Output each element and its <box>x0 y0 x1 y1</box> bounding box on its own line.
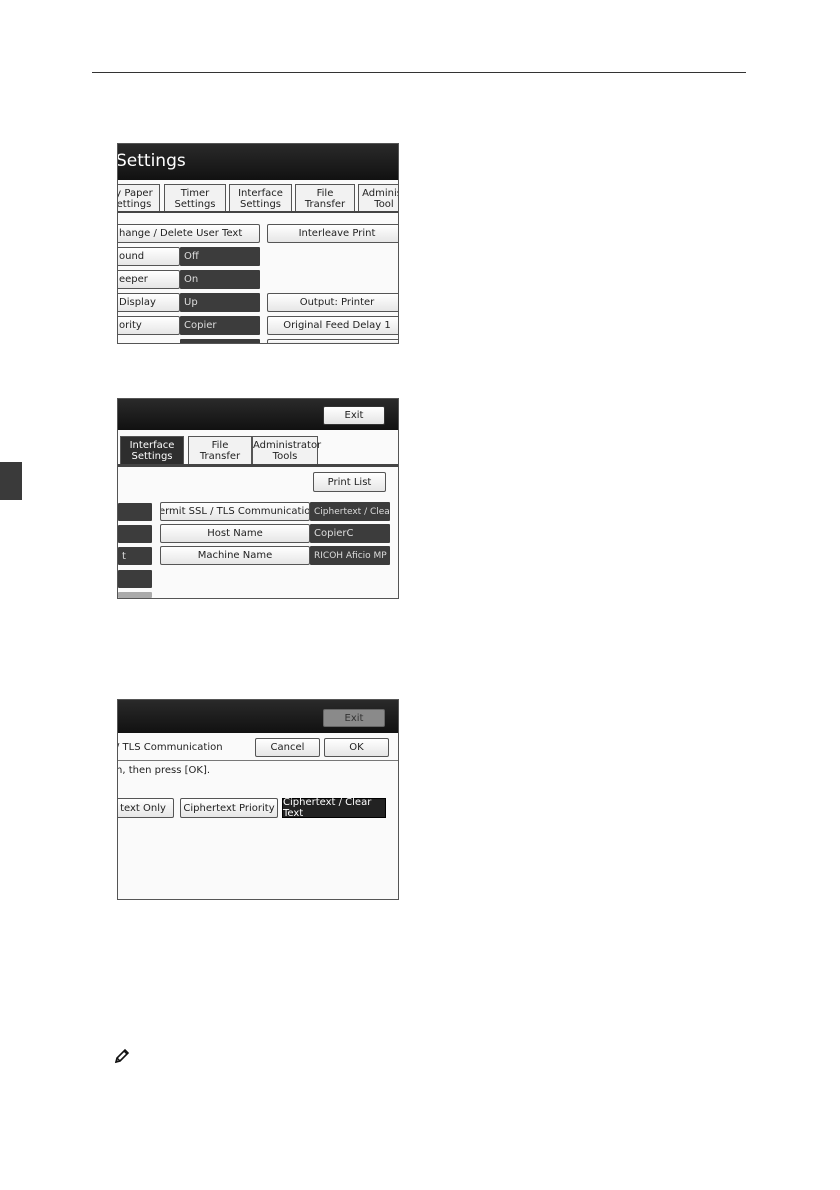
host-name-button[interactable]: Host Name <box>160 524 310 543</box>
title-bar: Exit <box>118 700 398 733</box>
function-priority-value: Copier <box>180 316 260 335</box>
exit-button[interactable]: Exit <box>323 709 385 727</box>
screenshot-ssl-tls-dialog: Exit / TLS Communication Cancel OK n, th… <box>117 699 399 900</box>
host-name-value: CopierC <box>310 524 390 543</box>
change-delete-user-text-button[interactable]: hange / Delete User Text <box>118 224 260 243</box>
cut-off-button[interactable] <box>267 339 398 343</box>
cancel-button[interactable]: Cancel <box>255 738 320 757</box>
tab-underline <box>118 211 398 213</box>
permit-ssl-tls-button[interactable]: Permit SSL / TLS Communication <box>160 502 310 521</box>
tab-interface-settings[interactable]: Interface Settings <box>120 436 184 464</box>
screenshot-system-settings: Settings y Paper ettings Timer Settings … <box>117 143 399 344</box>
tab-administrator-tools[interactable]: Administrator Tools <box>252 436 321 464</box>
option-ciphertext-priority[interactable]: Ciphertext Priority <box>180 798 278 818</box>
output-printer-button[interactable]: Output: Printer <box>267 293 398 312</box>
print-list-button[interactable]: Print List <box>313 472 386 492</box>
left-item-3[interactable]: t <box>118 547 152 565</box>
machine-name-button[interactable]: Machine Name <box>160 546 310 565</box>
tab-timer-settings[interactable]: Timer Settings <box>164 184 226 211</box>
panel-tone-value: Off <box>180 247 260 266</box>
warm-up-beeper-button[interactable]: eeper <box>118 270 180 289</box>
left-item-2[interactable] <box>118 525 152 543</box>
left-item-1[interactable] <box>118 503 152 521</box>
tab-underline <box>118 464 398 467</box>
cut-off-value <box>180 339 260 343</box>
machine-name-value: RICOH Aficio MP <box>310 546 390 565</box>
function-priority-button[interactable]: ority <box>118 316 180 335</box>
chapter-tab <box>0 462 22 500</box>
pencil-note-icon <box>114 1048 130 1064</box>
original-feed-delay-button[interactable]: Original Feed Delay 1 <box>267 316 398 335</box>
dialog-divider <box>118 760 398 761</box>
exit-button[interactable]: Exit <box>323 406 385 425</box>
instruction-text: n, then press [OK]. <box>117 765 211 776</box>
ok-button[interactable]: OK <box>324 738 389 757</box>
copy-count-display-button[interactable]: Display <box>118 293 180 312</box>
tab-administrator-tools[interactable]: Administ Tool <box>358 184 398 211</box>
tab-file-transfer[interactable]: File Transfer <box>295 184 355 211</box>
permit-ssl-tls-value: Ciphertext / Clear Text <box>310 502 390 521</box>
copy-count-display-value: Up <box>180 293 260 312</box>
option-ciphertext-clear-text[interactable]: Ciphertext / Clear Text <box>282 797 386 819</box>
header-rule <box>92 72 746 73</box>
tab-tray-paper-settings[interactable]: y Paper ettings <box>118 184 160 211</box>
panel-tone-button[interactable]: ound <box>118 247 180 266</box>
left-item-4[interactable] <box>118 570 152 588</box>
title-bar: Exit <box>118 399 398 430</box>
dialog-title: / TLS Communication <box>117 742 223 753</box>
interleave-print-button[interactable]: Interleave Print <box>267 224 398 243</box>
screenshot-interface-settings: Exit Interface Settings File Transfer Ad… <box>117 398 399 599</box>
option-cleartext-only[interactable]: text Only <box>118 798 174 818</box>
tab-file-transfer[interactable]: File Transfer <box>188 436 252 464</box>
warm-up-beeper-value: On <box>180 270 260 289</box>
title-bar: Settings <box>118 144 398 180</box>
tab-interface-settings[interactable]: Interface Settings <box>229 184 292 211</box>
left-item-5[interactable] <box>118 592 152 598</box>
screen-title: Settings <box>117 151 186 171</box>
